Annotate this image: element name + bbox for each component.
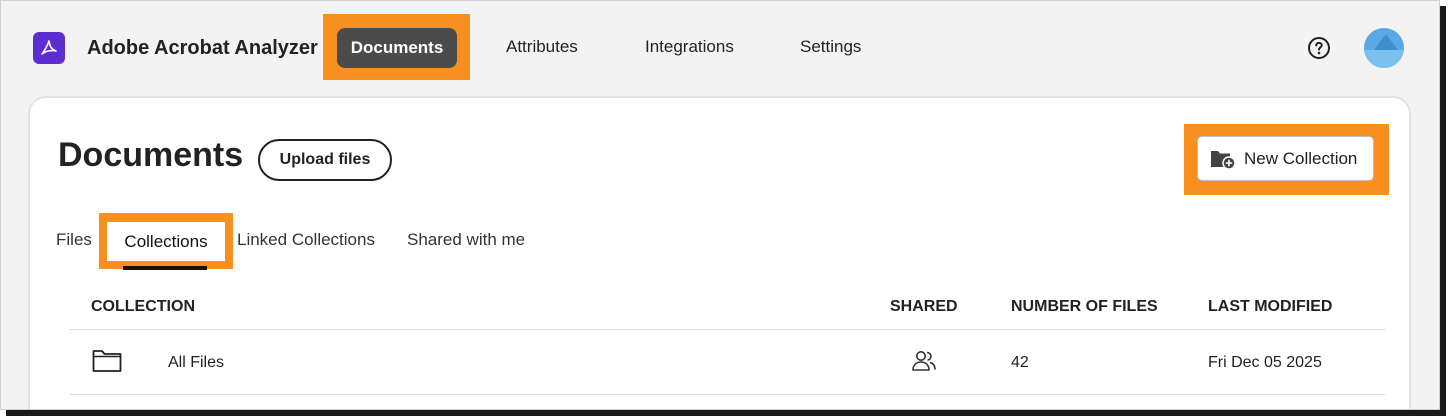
tab-files[interactable]: Files xyxy=(56,230,92,250)
documents-panel: Documents Upload files New Collection Fi… xyxy=(28,96,1411,409)
column-header-collection[interactable]: COLLECTION xyxy=(91,298,195,316)
collection-name[interactable]: All Files xyxy=(168,354,224,372)
page-title: Documents xyxy=(58,136,244,174)
row-divider xyxy=(70,394,1385,395)
number-of-files: 42 xyxy=(1011,354,1029,371)
nav-settings[interactable]: Settings xyxy=(800,37,861,57)
new-collection-button[interactable]: New Collection xyxy=(1197,136,1374,181)
nav-integrations[interactable]: Integrations xyxy=(645,37,734,57)
new-collection-label: New Collection xyxy=(1244,148,1358,168)
folder-add-icon xyxy=(1210,148,1236,170)
tab-collections[interactable]: Collections xyxy=(107,222,225,261)
header-divider xyxy=(70,329,1385,330)
app-title: Adobe Acrobat Analyzer xyxy=(87,37,318,59)
nav-documents[interactable]: Documents xyxy=(337,28,457,68)
active-tab-indicator xyxy=(123,266,207,270)
app-window: Adobe Acrobat Analyzer Documents Attribu… xyxy=(0,0,1440,410)
column-header-last-modified[interactable]: LAST MODIFIED xyxy=(1208,298,1332,316)
tab-linked-collections[interactable]: Linked Collections xyxy=(237,230,375,250)
acrobat-icon[interactable] xyxy=(33,32,65,64)
last-modified: Fri Dec 05 2025 xyxy=(1208,354,1322,371)
upload-files-button[interactable]: Upload files xyxy=(258,139,392,181)
folder-icon xyxy=(92,349,122,373)
help-circle-icon[interactable] xyxy=(1307,36,1331,60)
tab-shared-with-me[interactable]: Shared with me xyxy=(407,230,525,250)
user-avatar[interactable] xyxy=(1364,28,1404,68)
column-header-number-of-files[interactable]: NUMBER OF FILES xyxy=(1011,298,1158,316)
users-icon xyxy=(911,348,937,374)
nav-attributes[interactable]: Attributes xyxy=(506,37,578,57)
top-nav: Adobe Acrobat Analyzer Documents Attribu… xyxy=(1,1,1439,96)
column-header-shared[interactable]: SHARED xyxy=(890,298,958,316)
